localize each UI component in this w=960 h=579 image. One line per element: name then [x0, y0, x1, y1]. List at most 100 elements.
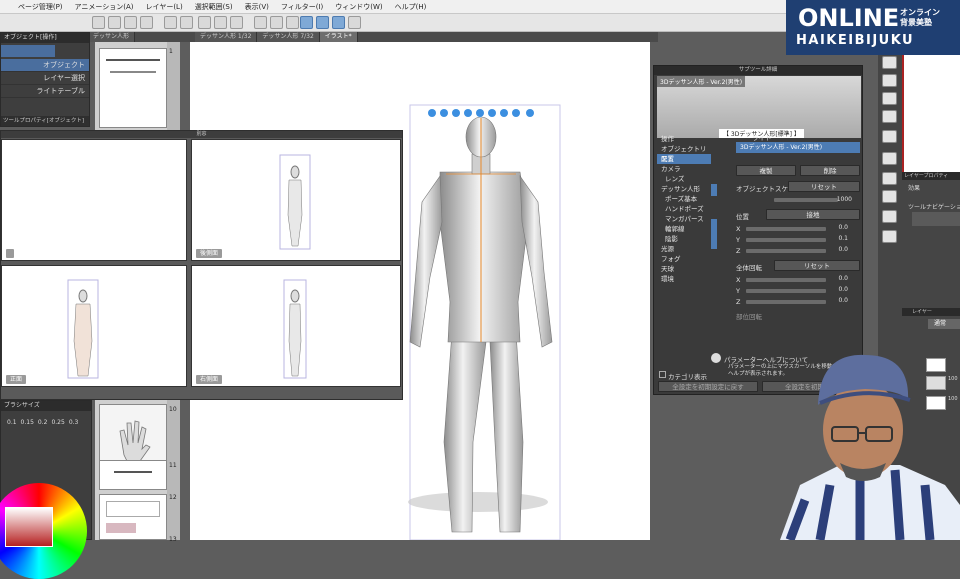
object-list-item[interactable]: 3Dデッサン人形 - Ver.2(男性): [736, 142, 860, 153]
brush-size-option[interactable]: 0.25: [51, 419, 64, 426]
layer-icon[interactable]: [882, 230, 897, 243]
new-file-icon[interactable]: [92, 16, 105, 29]
layer-property-title: レイヤープロパティ: [902, 172, 960, 180]
page-thumbnail[interactable]: [99, 494, 167, 540]
category-item[interactable]: ハンドポーズ: [657, 204, 711, 214]
layer-icon[interactable]: [882, 210, 897, 223]
category-item[interactable]: フォグ: [657, 254, 711, 264]
category-item[interactable]: マンガパース: [657, 214, 711, 224]
category-item[interactable]: 操作: [657, 134, 711, 144]
rotation-reset-button[interactable]: リセット: [774, 260, 860, 271]
snap-edge-icon[interactable]: [348, 16, 361, 29]
position-label: 位置: [736, 213, 749, 221]
category-item-active[interactable]: 配置: [657, 154, 711, 164]
category-item[interactable]: オブジェクトリスト: [657, 144, 711, 163]
clear-icon[interactable]: [214, 16, 227, 29]
ground-button[interactable]: 接地: [766, 209, 860, 220]
layer-icon[interactable]: [882, 172, 897, 185]
menu-item-page[interactable]: ページ管理(P): [12, 2, 69, 12]
category-toggle-checkbox[interactable]: [659, 371, 666, 378]
menu-item-animation[interactable]: アニメーション(A): [69, 2, 140, 12]
category-item[interactable]: デッサン人形: [657, 184, 711, 194]
undo-icon[interactable]: [164, 16, 177, 29]
category-item[interactable]: 光源: [657, 244, 711, 254]
rotation-z-slider[interactable]: [746, 300, 826, 304]
copy-button[interactable]: 複製: [736, 165, 796, 176]
logo-line-2: HAIKEIBIJUKU: [796, 33, 915, 48]
category-item[interactable]: ポーズ基本: [657, 194, 711, 204]
panel-title: オブジェクト[操作]: [1, 33, 89, 43]
position-y-slider[interactable]: [746, 238, 826, 242]
layer-icon[interactable]: [882, 74, 897, 87]
menu-item-layer[interactable]: レイヤー(L): [140, 2, 189, 12]
layer-icon[interactable]: [882, 56, 897, 69]
axis-label: X: [736, 225, 741, 233]
menu-item-selection[interactable]: 選択範囲(S): [189, 2, 239, 12]
delete-button[interactable]: 削除: [800, 165, 860, 176]
rotation-x-slider[interactable]: [746, 278, 826, 282]
snap-off-icon[interactable]: [286, 16, 299, 29]
deselect-icon[interactable]: [254, 16, 267, 29]
close-icon[interactable]: [882, 92, 897, 105]
axis-label: Y: [736, 287, 740, 295]
camera-view-right-side[interactable]: 右側面: [191, 265, 401, 387]
invert-selection-icon[interactable]: [270, 16, 283, 29]
page-number: 1: [169, 48, 173, 55]
brush-size-option[interactable]: 0.2: [38, 419, 48, 426]
fill-icon[interactable]: [230, 16, 243, 29]
brush-size-option[interactable]: 0.1: [7, 419, 17, 426]
axis-label: Z: [736, 247, 741, 255]
camera-view-top[interactable]: [1, 139, 187, 261]
category-item[interactable]: 天球: [657, 264, 711, 274]
part-rotation-label: 部位回転: [736, 313, 762, 321]
tool-group-tab[interactable]: [1, 45, 55, 57]
menu-item-filter[interactable]: フィルター(I): [275, 2, 329, 12]
reset-all-button[interactable]: 全設定を初期設定に戻す: [658, 381, 758, 392]
category-item[interactable]: 輪郭線: [657, 224, 711, 234]
tab-doc-1[interactable]: デッサン人形: [88, 32, 136, 42]
transform-icon[interactable]: [198, 16, 211, 29]
layer-icon[interactable]: [882, 110, 897, 123]
menu-item-window[interactable]: ウィンドウ(W): [329, 2, 388, 12]
logo-tag-bottom: 背景美塾: [900, 18, 932, 27]
menu-item-help[interactable]: ヘルプ(H): [389, 2, 433, 12]
position-z-slider[interactable]: [746, 249, 826, 253]
category-item[interactable]: カメラ: [657, 164, 711, 174]
snap-ruler-icon[interactable]: [300, 16, 313, 29]
open-icon[interactable]: [108, 16, 121, 29]
brush-size-option[interactable]: 0.3: [69, 419, 79, 426]
tab-doc-2[interactable]: デッサン人形 1/32: [195, 32, 258, 42]
color-square[interactable]: [5, 507, 53, 547]
tab-doc-4[interactable]: イラスト*: [319, 32, 358, 42]
save-icon[interactable]: [124, 16, 137, 29]
camera-view-front[interactable]: 正面: [1, 265, 187, 387]
subtool-layer-select[interactable]: レイヤー選択: [1, 72, 89, 85]
layer-icon[interactable]: [882, 130, 897, 143]
category-item[interactable]: 陰影: [657, 234, 711, 244]
print-icon[interactable]: [140, 16, 153, 29]
snap-special-ruler-icon[interactable]: [316, 16, 329, 29]
snap-grid-icon[interactable]: [332, 16, 345, 29]
category-item[interactable]: レンズ: [657, 174, 711, 184]
brush-size-title: ブラシサイズ: [1, 401, 91, 411]
subtool-object[interactable]: オブジェクト: [1, 59, 89, 72]
page-thumbnail[interactable]: [99, 48, 167, 128]
view-label: 正面: [6, 375, 27, 384]
menu-item-view[interactable]: 表示(V): [239, 2, 275, 12]
page-thumbnail[interactable]: [99, 460, 167, 490]
layer-icon[interactable]: [882, 190, 897, 203]
position-x-slider[interactable]: [746, 227, 826, 231]
section-marker: [711, 219, 717, 249]
subtool-lighttable[interactable]: ライトテーブル: [1, 85, 89, 98]
scale-reset-button[interactable]: リセット: [788, 181, 860, 192]
scale-slider[interactable]: [774, 198, 838, 202]
redo-icon[interactable]: [180, 16, 193, 29]
tab-doc-3[interactable]: デッサン人形 7/32: [257, 32, 320, 42]
camera-view-back-side[interactable]: 後側面: [191, 139, 401, 261]
blend-mode-select[interactable]: 通常: [928, 319, 960, 329]
category-item[interactable]: 環境: [657, 274, 711, 284]
camera-angle-window: 別窓 後側面 正面 右側面: [0, 130, 403, 400]
brush-size-option[interactable]: 0.15: [21, 419, 34, 426]
layer-icon[interactable]: [882, 152, 897, 165]
rotation-y-slider[interactable]: [746, 289, 826, 293]
